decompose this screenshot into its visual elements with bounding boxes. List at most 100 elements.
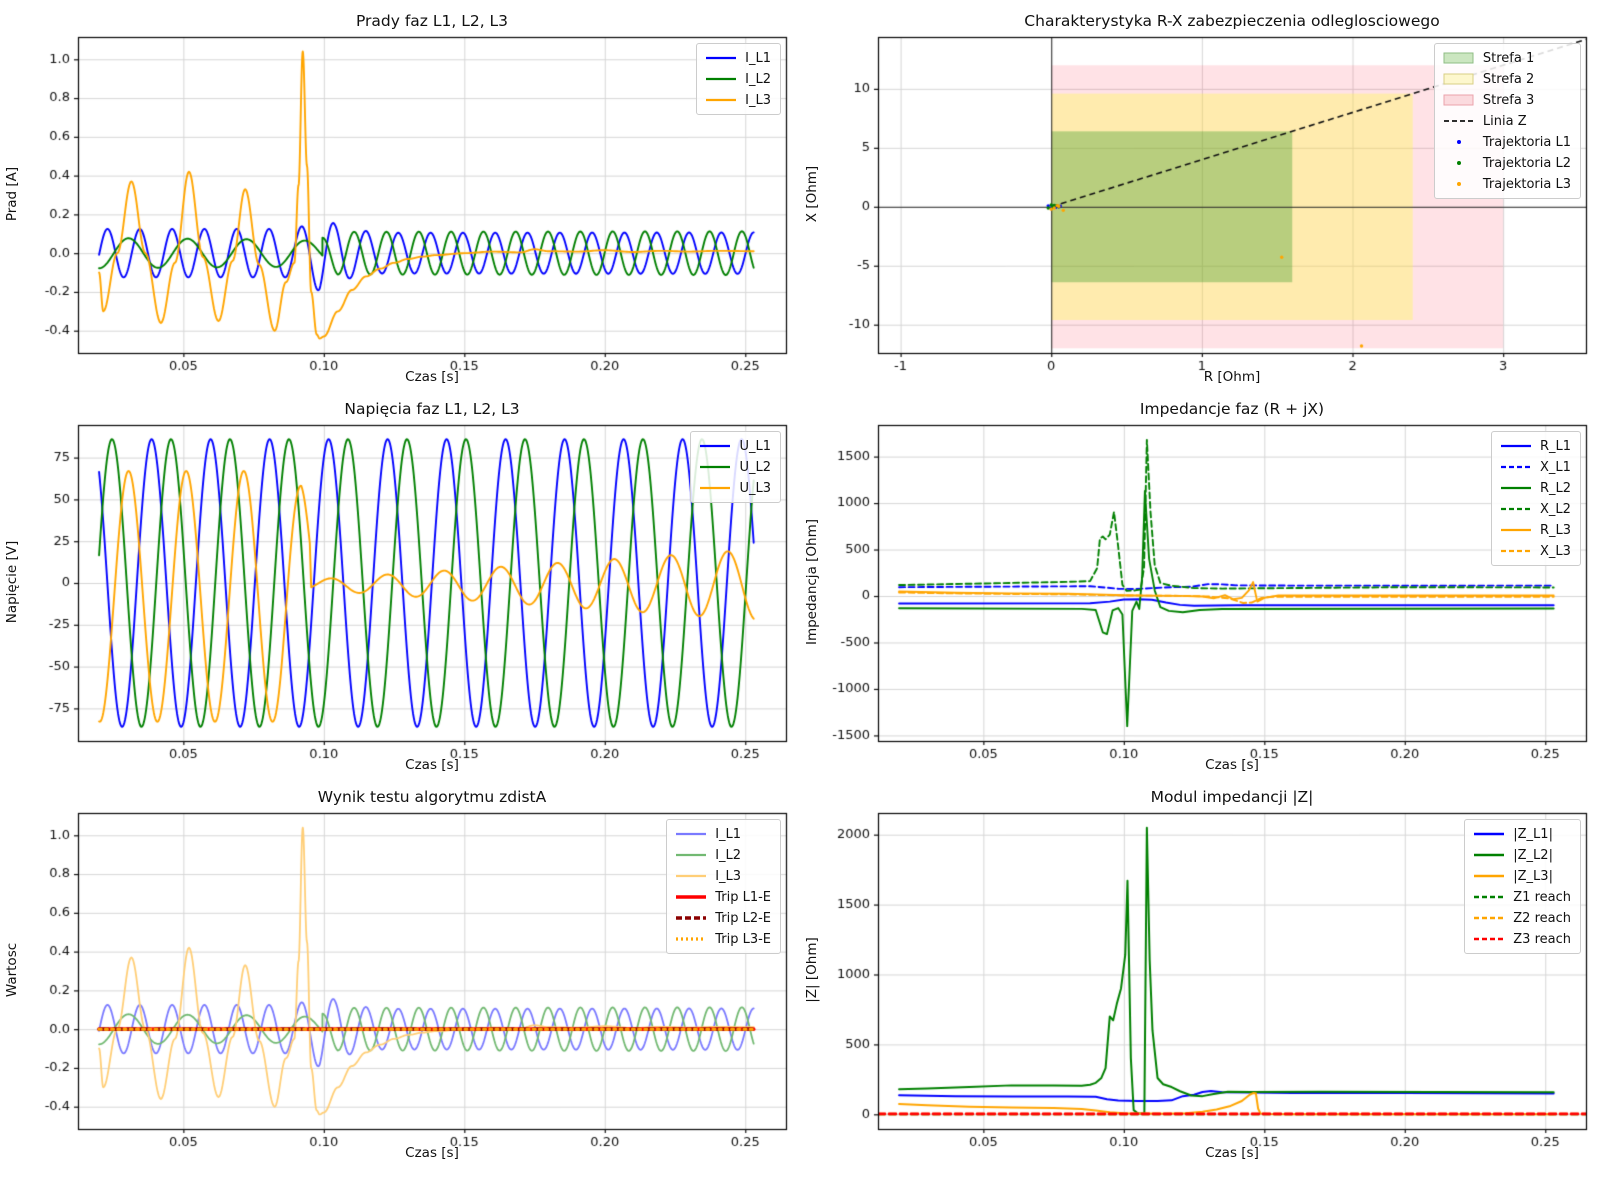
- legend-item: U_L1: [698, 437, 771, 455]
- legend-swatch-line: [674, 869, 708, 883]
- legend-label: I_L2: [745, 72, 771, 87]
- legend-item: Trip L1-E: [674, 888, 771, 906]
- legend-item: Z3 reach: [1472, 930, 1571, 948]
- legend-swatch-line: [1472, 911, 1506, 925]
- y-axis-label: X [Ohm]: [804, 24, 820, 364]
- chart-rx-characteristic: Charakterystyka R-X zabezpieczenia odleg…: [800, 8, 1600, 390]
- chart-title: Impedancje faz (R + jX): [878, 400, 1586, 418]
- legend-label: I_L1: [745, 51, 771, 66]
- legend: R_L1X_L1R_L2X_L2R_L3X_L3: [1491, 431, 1581, 566]
- legend-label: Z3 reach: [1513, 932, 1571, 947]
- legend-swatch-line: [1472, 890, 1506, 904]
- legend-swatch-line: [674, 848, 708, 862]
- legend-label: U_L2: [739, 460, 771, 475]
- legend-swatch-line: [1499, 460, 1533, 474]
- legend-item: Trajektoria L1: [1442, 133, 1571, 151]
- legend-swatch-patch: [1442, 72, 1476, 86]
- legend-swatch-line: [1499, 481, 1533, 495]
- legend-swatch-line: [1499, 523, 1533, 537]
- legend-label: I_L2: [715, 848, 741, 863]
- legend-label: Linia Z: [1483, 114, 1527, 129]
- legend-swatch-line: [674, 932, 708, 946]
- legend-item: Strefa 3: [1442, 91, 1571, 109]
- y-axis-label: Wartosc: [4, 800, 20, 1140]
- legend-label: R_L2: [1540, 481, 1571, 496]
- legend-swatch-line: [698, 460, 732, 474]
- legend-swatch-dot: [1442, 156, 1476, 170]
- legend-item: Trip L2-E: [674, 909, 771, 927]
- voltages-plot-canvas: [0, 396, 800, 778]
- legend-item: I_L2: [704, 70, 771, 88]
- x-axis-label: Czas [s]: [78, 369, 786, 385]
- legend-item: R_L1: [1499, 437, 1571, 455]
- figure-canvas: { "figure": {"background": "#ffffff", "w…: [0, 0, 1600, 1200]
- legend-label: R_L1: [1540, 439, 1571, 454]
- legend-swatch-line: [1472, 932, 1506, 946]
- legend-item: Z2 reach: [1472, 909, 1571, 927]
- legend-label: Strefa 3: [1483, 93, 1534, 108]
- legend-swatch-line: [698, 481, 732, 495]
- legend-item: |Z_L3|: [1472, 867, 1571, 885]
- legend-label: Trajektoria L3: [1483, 177, 1571, 192]
- legend-item: I_L2: [674, 846, 771, 864]
- legend-label: U_L1: [739, 439, 771, 454]
- legend-swatch-line: [1472, 869, 1506, 883]
- chart-impedances: Impedancje faz (R + jX) Impedancja [Ohm]…: [800, 396, 1600, 778]
- legend-item: R_L3: [1499, 521, 1571, 539]
- chart-title: Charakterystyka R-X zabezpieczenia odleg…: [878, 12, 1586, 30]
- y-axis-label: Impedancja [Ohm]: [804, 412, 820, 752]
- legend-swatch-line: [1499, 502, 1533, 516]
- legend: I_L1 I_L2 I_L3 Trip L1-E Trip L2-E Trip L3-E: [666, 819, 781, 954]
- currents-plot-canvas: [0, 8, 800, 390]
- legend: |Z_L1| |Z_L2| |Z_L3| Z1 reach Z2 reach Z3 rea…: [1464, 819, 1581, 954]
- legend-swatch-dot: [1442, 177, 1476, 191]
- legend-swatch-line: [674, 911, 708, 925]
- legend-item: I_L1: [674, 825, 771, 843]
- legend-label: Z1 reach: [1513, 890, 1571, 905]
- legend-item: |Z_L2|: [1472, 846, 1571, 864]
- legend: I_L1 I_L2 I_L3: [696, 43, 781, 115]
- chart-title: Modul impedancji |Z|: [878, 788, 1586, 806]
- legend-label: I_L3: [745, 93, 771, 108]
- legend-label: Trip L3-E: [715, 932, 771, 947]
- legend-swatch-line: [1472, 848, 1506, 862]
- legend-item: Strefa 2: [1442, 70, 1571, 88]
- legend-label: |Z_L1|: [1513, 827, 1553, 842]
- x-axis-label: R [Ohm]: [878, 369, 1586, 385]
- legend-item: U_L3: [698, 479, 771, 497]
- legend-swatch-line: [674, 890, 708, 904]
- legend-item: Strefa 1: [1442, 49, 1571, 67]
- legend-item: X_L1: [1499, 458, 1571, 476]
- legend-item: |Z_L1|: [1472, 825, 1571, 843]
- x-axis-label: Czas [s]: [878, 757, 1586, 773]
- chart-currents: Prady faz L1, L2, L3 Prad [A] Czas [s] I…: [0, 8, 800, 390]
- legend-swatch-line: [704, 72, 738, 86]
- x-axis-label: Czas [s]: [78, 1145, 786, 1161]
- legend-swatch-patch: [1442, 93, 1476, 107]
- legend-label: I_L3: [715, 869, 741, 884]
- legend-swatch-line: [1442, 114, 1476, 128]
- legend-swatch-line: [704, 51, 738, 65]
- chart-title: Napięcia faz L1, L2, L3: [78, 400, 786, 418]
- legend-label: X_L1: [1540, 460, 1571, 475]
- legend-label: R_L3: [1540, 523, 1571, 538]
- chart-voltages: Napięcia faz L1, L2, L3 Napięcie [V] Cza…: [0, 396, 800, 778]
- legend-label: Trajektoria L2: [1483, 156, 1571, 171]
- legend-label: Trip L2-E: [715, 911, 771, 926]
- legend-item: U_L2: [698, 458, 771, 476]
- impedances-plot-canvas: [800, 396, 1600, 778]
- legend-item: I_L3: [704, 91, 771, 109]
- legend-swatch-line: [1472, 827, 1506, 841]
- legend-label: Strefa 1: [1483, 51, 1534, 66]
- legend-swatch-line: [1499, 544, 1533, 558]
- chart-impedance-modulus: Modul impedancji |Z| |Z| [Ohm] Czas [s] …: [800, 784, 1600, 1196]
- legend-item: Trajektoria L3: [1442, 175, 1571, 193]
- legend-item: I_L1: [704, 49, 771, 67]
- legend-swatch-dot: [1442, 135, 1476, 149]
- legend-label: |Z_L2|: [1513, 848, 1553, 863]
- legend-swatch-patch: [1442, 51, 1476, 65]
- legend-item: I_L3: [674, 867, 771, 885]
- chart-title: Wynik testu algorytmu zdistA: [78, 788, 786, 806]
- legend-item: R_L2: [1499, 479, 1571, 497]
- legend-label: X_L3: [1540, 544, 1571, 559]
